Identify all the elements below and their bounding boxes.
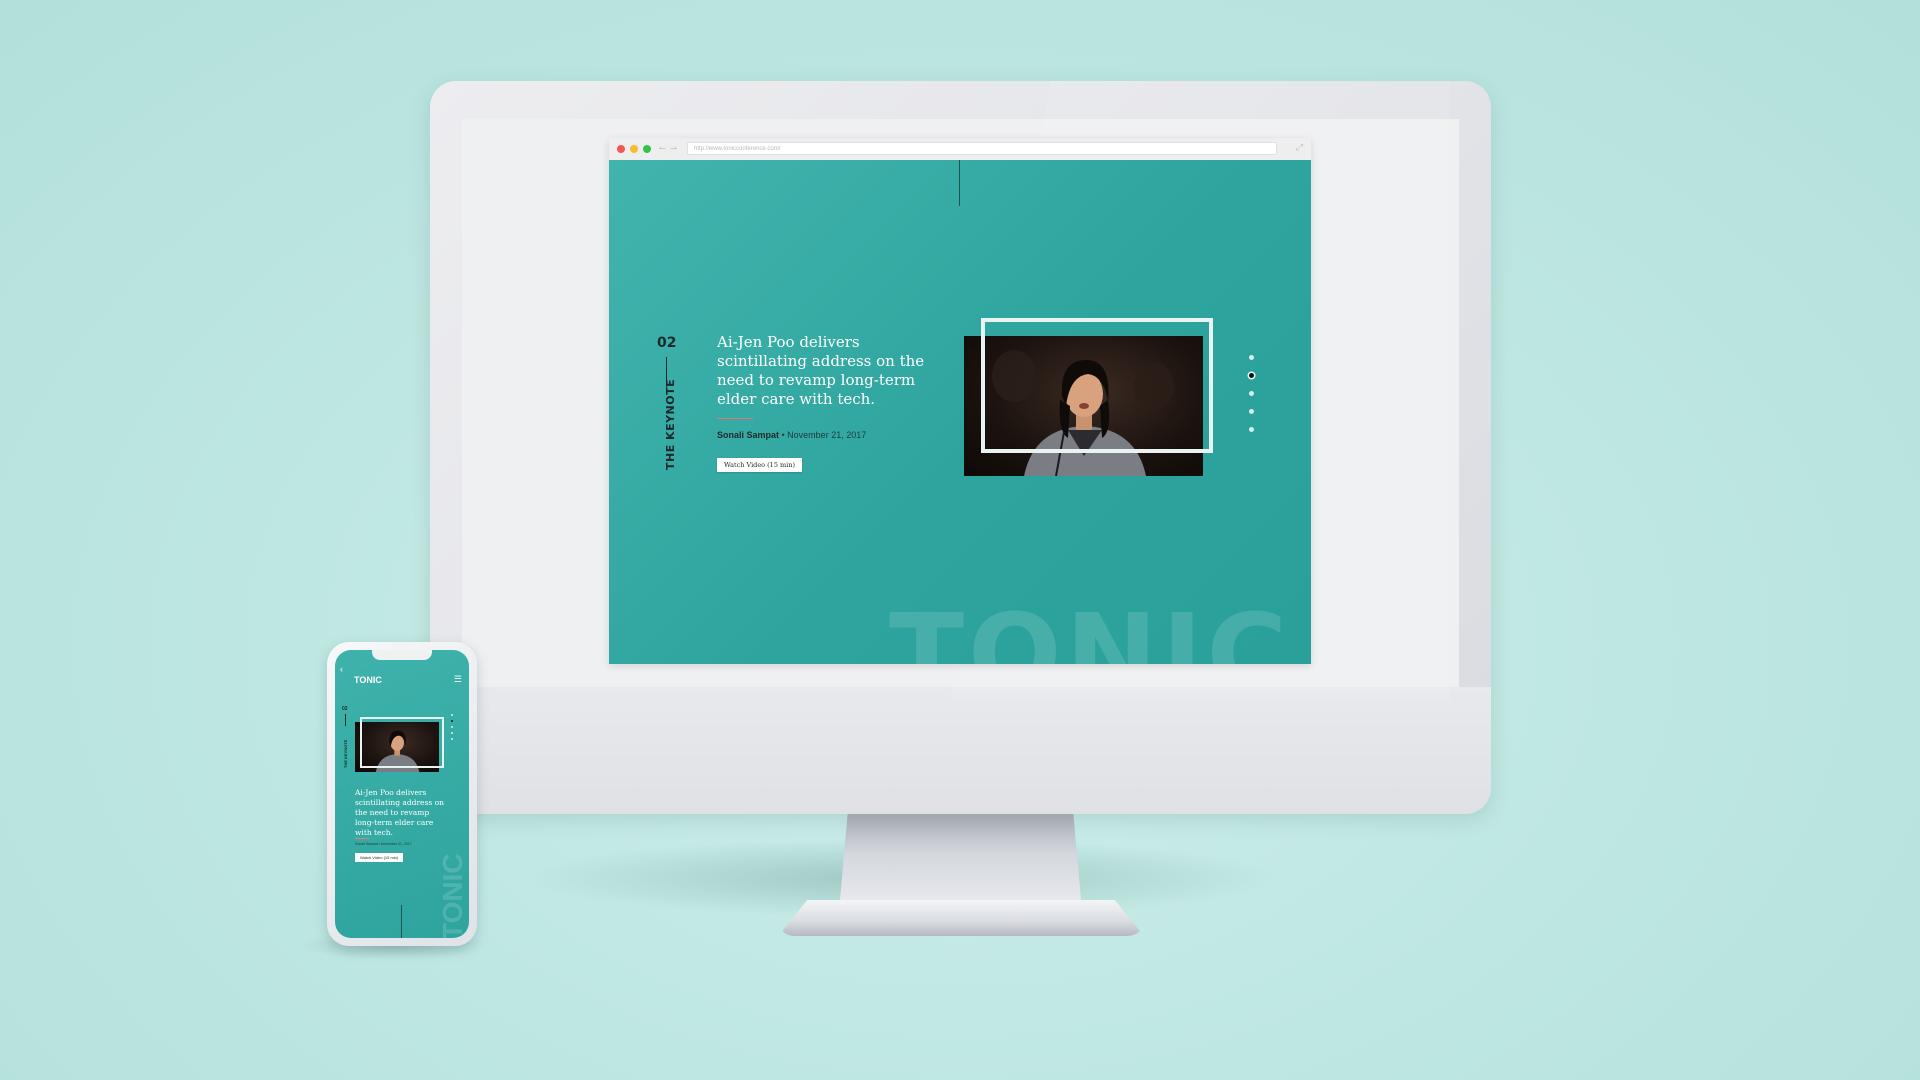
slide-pagination (1249, 355, 1254, 445)
brand-watermark: TONIC (889, 590, 1292, 664)
back-chevron-icon[interactable]: ‹ (340, 664, 343, 674)
mobile-slide-dot-2-active[interactable] (451, 720, 453, 722)
section-number: 02 (657, 335, 677, 351)
mobile-byline: Sonali Sampat • November 21, 2017 (355, 842, 412, 846)
video-frame-outline (981, 318, 1213, 453)
monitor-base (778, 900, 1144, 936)
mobile-bottom-line (401, 905, 402, 938)
mobile-section-label: THE KEYNOTE (343, 739, 348, 768)
browser-window: ← → http://www.tonicconference.com/ ⤢ 02… (609, 138, 1311, 664)
mobile-brand-watermark: TONIC (437, 853, 468, 938)
mobile-slide-dot-1[interactable] (451, 714, 453, 716)
mobile-logo[interactable]: TONIC (354, 675, 382, 685)
mobile-headline[interactable]: Ai-Jen Poo delivers scintillating addres… (355, 788, 447, 838)
mobile-slide-dot-5[interactable] (451, 738, 453, 740)
phone-screen: ‹ TONIC ☰ 02 THE KEYNOTE Ai-Jen Poo deli… (335, 650, 469, 938)
section-label: THE KEYNOTE (664, 378, 677, 470)
slide-dot-4[interactable] (1249, 409, 1254, 414)
browser-toolbar: ← → http://www.tonicconference.com/ ⤢ (609, 138, 1311, 161)
author-name[interactable]: Sonali Sampat (717, 430, 779, 440)
slide-dot-1[interactable] (1249, 355, 1254, 360)
minimize-window-icon[interactable] (630, 145, 638, 153)
top-divider-line (959, 160, 960, 206)
article-headline[interactable]: Ai-Jen Poo delivers scintillating addres… (717, 333, 947, 409)
hamburger-menu-icon[interactable]: ☰ (454, 674, 462, 685)
maximize-window-icon[interactable] (643, 145, 651, 153)
mobile-section-rule (345, 714, 346, 726)
accent-underline (717, 418, 753, 419)
keynote-page: 02 THE KEYNOTE Ai-Jen Poo delivers scint… (609, 160, 1311, 664)
monitor-chin (430, 687, 1491, 814)
close-window-icon[interactable] (617, 145, 625, 153)
phone: ‹ TONIC ☰ 02 THE KEYNOTE Ai-Jen Poo deli… (327, 642, 477, 946)
address-bar[interactable]: http://www.tonicconference.com/ (687, 142, 1277, 155)
phone-notch (372, 650, 432, 660)
slide-dot-5[interactable] (1249, 427, 1254, 432)
back-arrow-icon[interactable]: ← (657, 141, 668, 153)
forward-arrow-icon[interactable]: → (668, 141, 679, 153)
slide-dot-2-active[interactable] (1249, 373, 1254, 378)
mobile-slide-pagination (451, 714, 453, 744)
watch-video-button[interactable]: Watch Video (15 min) (717, 458, 802, 472)
byline-separator: • (779, 430, 788, 440)
mobile-slide-dot-3[interactable] (451, 726, 453, 728)
mobile-slide-dot-4[interactable] (451, 732, 453, 734)
mobile-accent-underline (355, 838, 369, 839)
publish-date: November 21, 2017 (787, 430, 867, 440)
mobile-watch-video-button[interactable]: Watch Video (15 min) (355, 853, 404, 862)
fullscreen-icon[interactable]: ⤢ (1296, 142, 1303, 153)
mobile-section-number: 02 (342, 706, 348, 712)
slide-dot-3[interactable] (1249, 391, 1254, 396)
mobile-video-frame (360, 717, 444, 768)
article-byline: Sonali Sampat • November 21, 2017 (717, 430, 866, 440)
